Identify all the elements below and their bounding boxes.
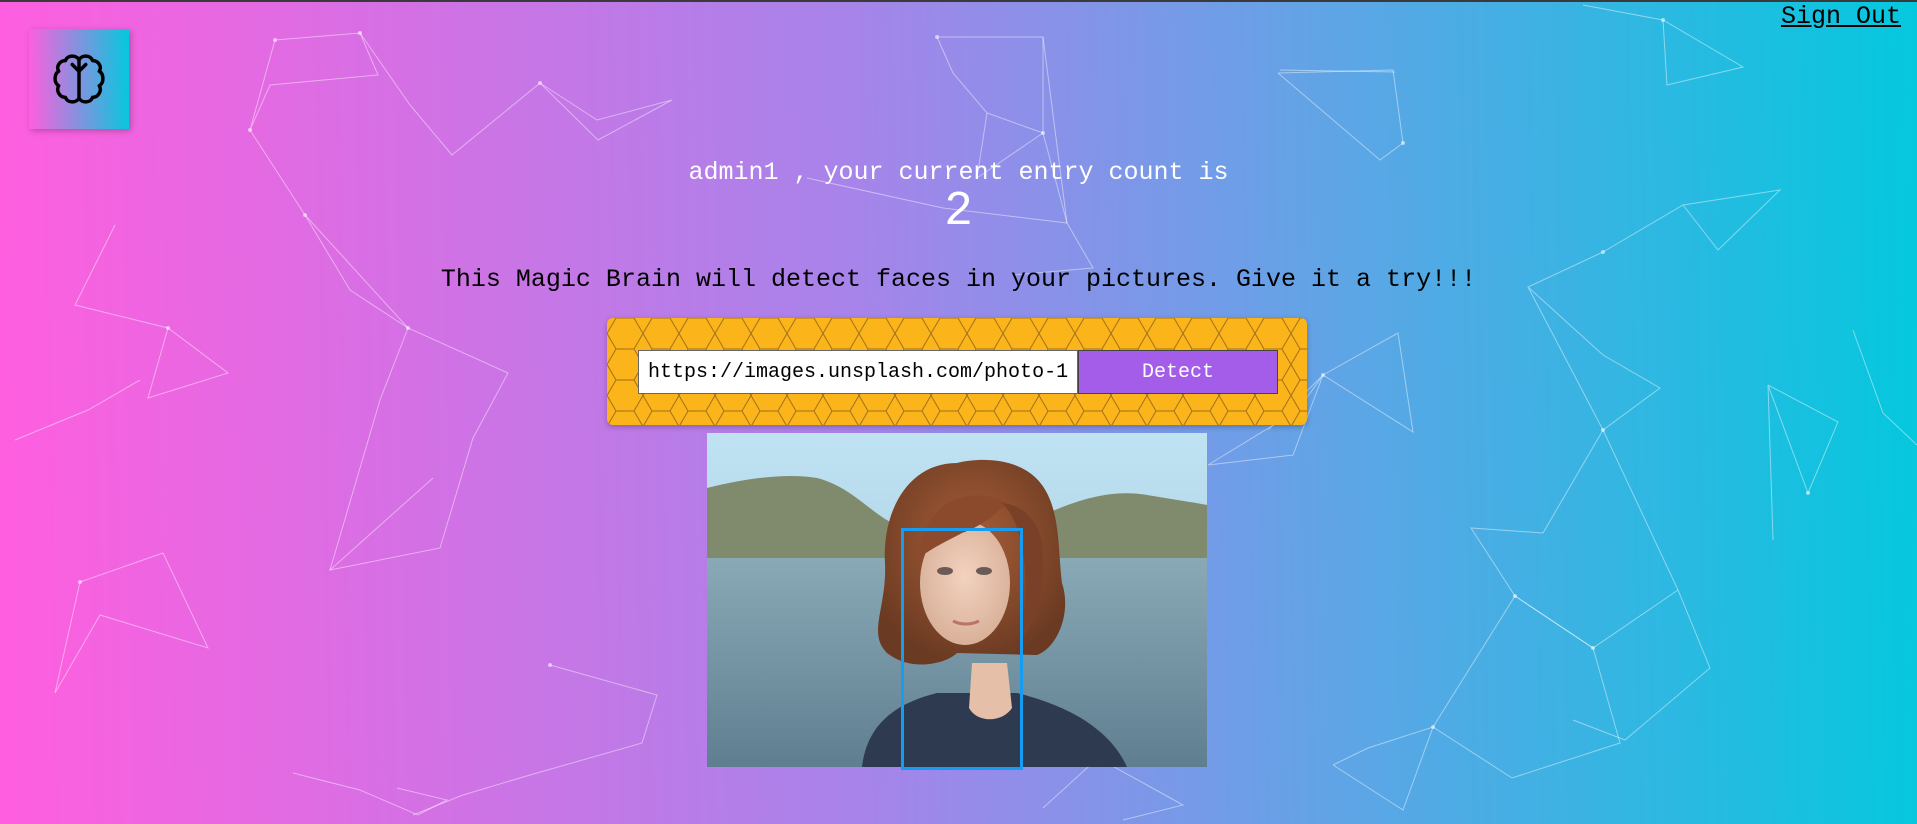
face-bounding-box xyxy=(901,528,1023,770)
logo xyxy=(29,29,129,129)
brain-icon xyxy=(53,54,105,104)
user-name: admin1 xyxy=(688,158,779,187)
detect-button[interactable]: Detect xyxy=(1078,350,1278,394)
top-nav: Sign Out xyxy=(1781,2,1901,31)
greeting: admin1 , your current entry count is xyxy=(0,158,1917,187)
sign-out-link[interactable]: Sign Out xyxy=(1781,2,1901,31)
image-url-form: Detect xyxy=(607,318,1307,425)
entry-count: 2 xyxy=(944,185,973,239)
greeting-suffix: , your current entry count is xyxy=(793,158,1229,187)
image-url-input[interactable] xyxy=(638,350,1078,394)
tagline: This Magic Brain will detect faces in yo… xyxy=(440,265,1477,294)
